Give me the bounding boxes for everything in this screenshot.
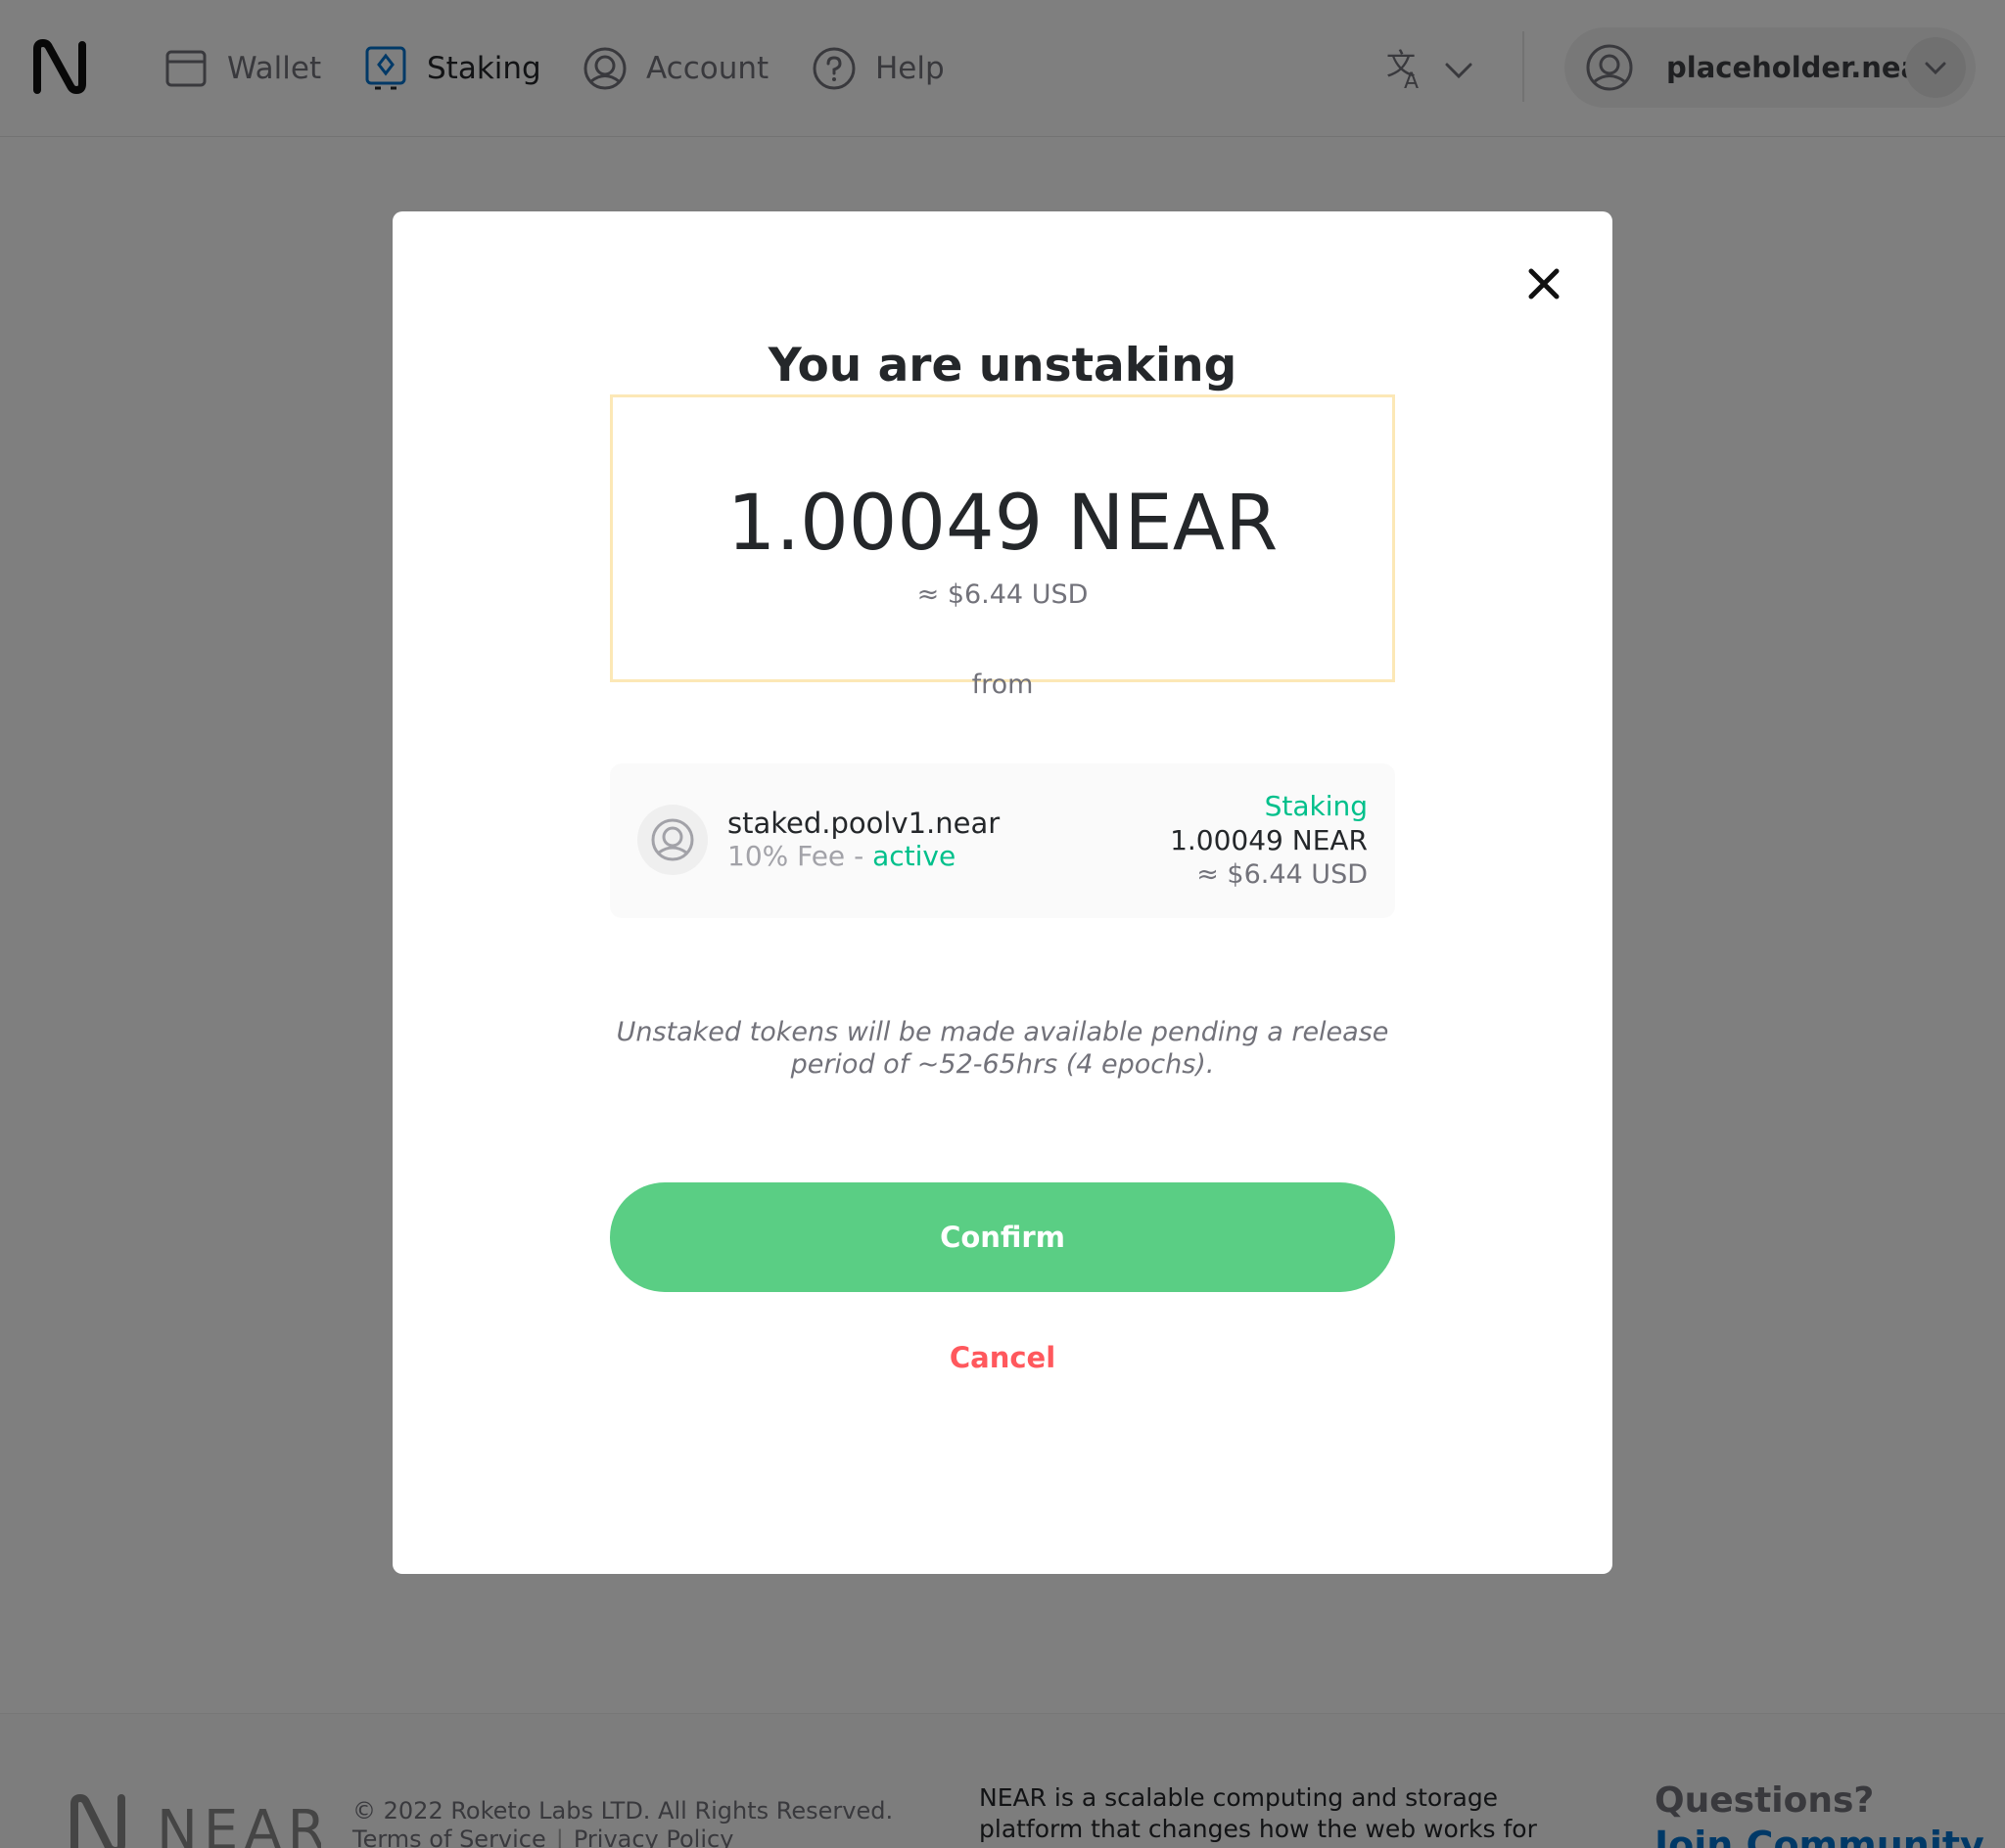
cancel-button[interactable]: Cancel: [393, 1341, 1612, 1374]
unstake-amount-usd: ≈ $6.44 USD: [916, 579, 1089, 610]
validator-balance: Staking 1.00049 NEAR ≈ $6.44 USD: [1170, 789, 1368, 892]
close-button[interactable]: [1515, 254, 1573, 313]
modal-title: You are unstaking: [768, 339, 1237, 393]
unstake-amount: 1.00049 NEAR: [726, 480, 1279, 568]
validator-name: staked.poolv1.near: [727, 807, 1001, 840]
unstake-amount-box: 1.00049 NEAR ≈ $6.44 USD: [610, 394, 1395, 682]
confirm-button[interactable]: Confirm: [610, 1182, 1395, 1292]
validator-fee: 10% Fee: [727, 840, 846, 872]
from-label: from: [971, 670, 1034, 700]
validator-icon: [651, 818, 694, 861]
validator-status: Staking: [1264, 790, 1368, 822]
validator-amount: 1.00049 NEAR: [1170, 824, 1368, 856]
unstake-confirm-modal: You are unstaking 1.00049 NEAR ≈ $6.44 U…: [393, 211, 1612, 1574]
fee-separator: -: [845, 840, 873, 872]
validator-amount-usd: ≈ $6.44 USD: [1196, 859, 1368, 890]
validator-state: active: [872, 840, 956, 872]
note-line-1: Unstaked tokens will be made available p…: [616, 1017, 1389, 1047]
validator-card: staked.poolv1.near 10% Fee - active Stak…: [610, 763, 1395, 918]
release-period-note: Unstaked tokens will be made available p…: [610, 1016, 1395, 1081]
validator-fee-line: 10% Fee - active: [727, 840, 956, 872]
validator-avatar: [637, 805, 708, 875]
note-line-2: period of ~52-65hrs (4 epochs).: [790, 1049, 1215, 1080]
close-icon: [1528, 268, 1560, 300]
